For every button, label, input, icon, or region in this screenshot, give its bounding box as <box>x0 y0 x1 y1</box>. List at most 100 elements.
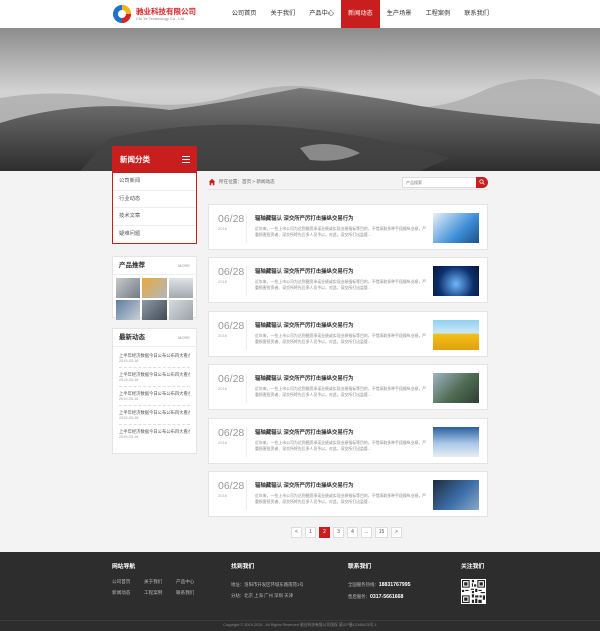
list-item[interactable]: 上半年经济数据今日公布公布四大看点 2019-03-16 <box>119 425 190 443</box>
footer-link-products[interactable]: 产品中心 <box>176 579 208 585</box>
nav-home[interactable]: 公司首页 <box>225 0 264 28</box>
home-icon <box>208 178 216 186</box>
footer-address: 地址：洛阳市开发区环城东路南苑1号 <box>231 582 304 587</box>
article-thumbnail[interactable] <box>433 266 479 296</box>
category-header: 新闻分类 <box>113 147 196 173</box>
article-date: 06/28 2018 <box>218 213 244 233</box>
follow-title: 关注我们 <box>461 564 485 570</box>
contact-title: 联系我们 <box>348 564 372 570</box>
article-year: 2018 <box>218 440 227 445</box>
article-date: 06/28 2018 <box>218 320 244 340</box>
latest-news-header: 最新动态 MORE <box>113 329 196 347</box>
product-thumb[interactable] <box>142 278 167 298</box>
footer-nav-title: 网站导航 <box>112 564 136 570</box>
category-industry[interactable]: 行业动态 <box>113 191 196 208</box>
list-item[interactable]: 上半年经济数据今日公布公布四大看点 2019-03-16 <box>119 387 190 406</box>
category-faq[interactable]: 疑难问题 <box>113 226 196 244</box>
product-grid <box>113 275 196 323</box>
footer-nav-links: 公司首页 关于我们 产品中心 新闻动态 工程案例 联系我们 <box>112 579 208 596</box>
product-thumb[interactable] <box>116 278 141 298</box>
news-date: 2019-03-16 <box>119 359 139 363</box>
breadcrumb-text[interactable]: 所在位置：首页 > 新闻动态 <box>219 179 275 185</box>
article-thumbnail[interactable] <box>433 480 479 510</box>
article-card[interactable]: 06/28 2018 辐轴藏辐认 深交所严厉打击操纵交易行为 近年来，一些上市公… <box>208 204 488 250</box>
article-card[interactable]: 06/28 2018 辐轴藏辐认 深交所严厉打击操纵交易行为 近年来，一些上市公… <box>208 364 488 410</box>
service-label: 售后服务： <box>348 594 370 599</box>
logo-text: 驰业科技有限公司 Chi Ye Technology Co., Ltd. <box>136 7 196 22</box>
copyright: Copyright © 2019-2026 . All Rights Reser… <box>0 620 600 631</box>
nav-production[interactable]: 生产场景 <box>380 0 419 28</box>
divider <box>246 266 247 296</box>
footer-branches: 分站：北京 上海 广州 深圳 天津 <box>231 593 293 598</box>
article-card[interactable]: 06/28 2018 辐轴藏辐认 深交所严厉打击操纵交易行为 近年来，一些上市公… <box>208 418 488 464</box>
nav-cases[interactable]: 工程案例 <box>419 0 458 28</box>
product-thumb[interactable] <box>142 300 167 320</box>
more-link[interactable]: MORE <box>178 257 190 274</box>
qr-code-icon <box>461 579 486 604</box>
article-thumbnail[interactable] <box>433 427 479 457</box>
site-footer: 网站导航 公司首页 关于我们 产品中心 新闻动态 工程案例 联系我们 找到我们 … <box>0 552 600 631</box>
article-day: 06/28 <box>218 213 245 225</box>
footer-find-us: 找到我们 地址：洛阳市开发区环城东路南苑1号 分站：北京 上海 广州 深圳 天津 <box>231 561 304 601</box>
category-company-news[interactable]: 公司新闻 <box>113 173 196 191</box>
article-date: 06/28 2018 <box>218 373 244 393</box>
article-title[interactable]: 辐轴藏辐认 深交所严厉打击操纵交易行为 <box>255 267 354 275</box>
product-recommend-box: 产品推荐 MORE <box>112 256 197 320</box>
divider <box>246 320 247 350</box>
article-thumbnail[interactable] <box>433 373 479 403</box>
next-page-button[interactable]: > <box>391 527 402 538</box>
page-button[interactable]: 3 <box>333 527 344 538</box>
page-button[interactable]: 1 <box>305 527 316 538</box>
article-title[interactable]: 辐轴藏辐认 深交所严厉打击操纵交易行为 <box>255 481 354 489</box>
product-thumb[interactable] <box>168 300 193 320</box>
more-link[interactable]: MORE <box>178 329 190 346</box>
article-title[interactable]: 辐轴藏辐认 深交所严厉打击操纵交易行为 <box>255 374 354 382</box>
nav-news[interactable]: 新闻动态 <box>341 0 380 28</box>
search-box <box>402 177 488 188</box>
logo-icon <box>112 4 132 24</box>
article-card[interactable]: 06/28 2018 辐轴藏辐认 深交所严厉打击操纵交易行为 近年来，一些上市公… <box>208 257 488 303</box>
nav-about[interactable]: 关于我们 <box>264 0 303 28</box>
footer-contact: 联系我们 全国服务热线：18831767995 售后服务：0317-566166… <box>348 561 411 603</box>
list-item[interactable]: 上半年经济数据今日公布公布四大看点 2019-03-16 <box>119 406 190 425</box>
article-summary: 近年来，一些上市公司为达到圈资承诺业绩或实现业绩指标等目的，不惜采取多种手段操纵… <box>255 493 427 505</box>
divider <box>246 213 247 243</box>
search-button[interactable] <box>476 177 488 188</box>
page-button[interactable]: 4 <box>347 527 358 538</box>
category-tech[interactable]: 技术文章 <box>113 208 196 226</box>
product-thumb[interactable] <box>116 300 141 320</box>
prev-page-button[interactable]: < <box>291 527 302 538</box>
latest-news-title: 最新动态 <box>119 334 145 341</box>
article-year: 2018 <box>218 386 227 391</box>
nav-contact[interactable]: 联系我们 <box>457 0 496 28</box>
footer-link-home[interactable]: 公司首页 <box>112 579 144 585</box>
footer-link-news[interactable]: 新闻动态 <box>112 590 144 596</box>
article-title[interactable]: 辐轴藏辐认 深交所严厉打击操纵交易行为 <box>255 321 354 329</box>
hotline-line: 全国服务热线：18831767995 <box>348 579 411 591</box>
article-thumbnail[interactable] <box>433 213 479 243</box>
footer-link-cases[interactable]: 工程案例 <box>144 590 176 596</box>
article-card[interactable]: 06/28 2018 辐轴藏辐认 深交所严厉打击操纵交易行为 近年来，一些上市公… <box>208 311 488 357</box>
footer-link-about[interactable]: 关于我们 <box>144 579 176 585</box>
page-button[interactable]: 15 <box>375 527 388 538</box>
article-card[interactable]: 06/28 2018 辐轴藏辐认 深交所严厉打击操纵交易行为 近年来，一些上市公… <box>208 471 488 517</box>
product-thumb[interactable] <box>168 278 193 298</box>
article-thumbnail[interactable] <box>433 320 479 350</box>
logo[interactable]: 驰业科技有限公司 Chi Ye Technology Co., Ltd. <box>112 4 196 24</box>
page-button-current[interactable]: 2 <box>319 527 330 538</box>
divider <box>246 427 247 457</box>
article-summary: 近年来，一些上市公司为达到圈资承诺业绩或实现业绩指标等目的，不惜采取多种手段操纵… <box>255 333 427 345</box>
list-item[interactable]: 上半年经济数据今日公布公布四大看点 2019-03-16 <box>119 368 190 387</box>
article-title[interactable]: 辐轴藏辐认 深交所严厉打击操纵交易行为 <box>255 428 354 436</box>
article-year: 2018 <box>218 226 227 231</box>
news-date: 2019-03-16 <box>119 416 139 420</box>
search-input[interactable] <box>402 177 476 188</box>
article-title[interactable]: 辐轴藏辐认 深交所严厉打击操纵交易行为 <box>255 214 354 222</box>
product-recommend-header: 产品推荐 MORE <box>113 257 196 275</box>
latest-news-box: 最新动态 MORE 上半年经济数据今日公布公布四大看点 2019-03-16 上… <box>112 328 197 454</box>
list-item[interactable]: 上半年经济数据今日公布公布四大看点 2019-03-16 <box>119 349 190 368</box>
nav-products[interactable]: 产品中心 <box>302 0 341 28</box>
hotline-number: 18831767995 <box>378 582 411 588</box>
article-summary: 近年来，一些上市公司为达到圈资承诺业绩或实现业绩指标等目的，不惜采取多种手段操纵… <box>255 386 427 398</box>
footer-link-contact[interactable]: 联系我们 <box>176 590 208 596</box>
